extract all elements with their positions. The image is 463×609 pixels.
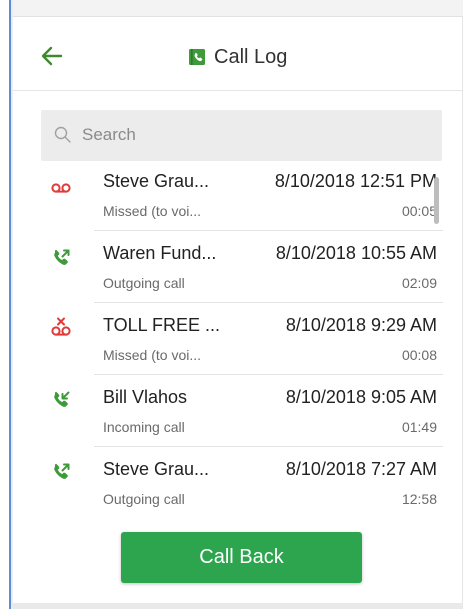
call-datetime: 8/10/2018 7:27 AM: [285, 459, 437, 479]
back-arrow-icon: [41, 46, 63, 66]
call-back-button[interactable]: Call Back: [121, 532, 362, 583]
call-datetime: 8/10/2018 12:51 PM: [274, 174, 437, 191]
call-type: Missed (to voi...: [103, 203, 202, 219]
list-item-content: Steve Grau... 8/10/2018 7:27 AM Outgoing…: [94, 447, 443, 519]
back-button[interactable]: [37, 41, 67, 71]
call-type: Missed (to voi...: [103, 347, 202, 363]
list-item-content: Steve Grau... 8/10/2018 12:51 PM Missed …: [94, 174, 443, 231]
call-type: Incoming call: [103, 419, 185, 435]
voicemail-icon: [51, 183, 71, 193]
call-log-book-icon: [189, 49, 205, 65]
call-type: Outgoing call: [103, 491, 185, 507]
list-item-content: Bill Vlahos 8/10/2018 9:05 AM Incoming c…: [94, 375, 443, 447]
caller-name: Waren Fund...: [103, 243, 217, 263]
list-item-content: TOLL FREE ... 8/10/2018 9:29 AM Missed (…: [94, 303, 443, 375]
list-item[interactable]: Bill Vlahos 8/10/2018 9:05 AM Incoming c…: [13, 375, 462, 447]
caller-name: Steve Grau...: [103, 459, 210, 479]
list-item-content: Waren Fund... 8/10/2018 10:55 AM Outgoin…: [94, 231, 443, 303]
page-title-group: Call Log: [188, 45, 287, 69]
incoming-call-icon: [54, 391, 70, 407]
outgoing-call-icon: [54, 463, 70, 479]
call-duration: 02:09: [401, 275, 437, 291]
call-duration: 12:58: [401, 491, 437, 507]
call-datetime: 8/10/2018 10:55 AM: [275, 243, 437, 263]
call-log-panel: Call Log Steve Grau... 8/10/2018 12:51 P…: [13, 17, 463, 603]
missed-voicemail-icon: [51, 317, 71, 336]
header: Call Log: [13, 17, 462, 91]
caller-name: Bill Vlahos: [103, 387, 188, 407]
outgoing-call-icon: [54, 249, 70, 265]
list-item[interactable]: Steve Grau... 8/10/2018 7:27 AM Outgoing…: [13, 447, 462, 519]
caller-name: Steve Grau...: [103, 174, 210, 191]
call-datetime: 8/10/2018 9:29 AM: [285, 315, 437, 335]
search-icon: [54, 126, 71, 143]
call-duration: 00:05: [401, 203, 437, 219]
list-scrollbar[interactable]: [434, 177, 439, 224]
page-title: Call Log: [214, 45, 288, 68]
call-datetime: 8/10/2018 9:05 AM: [285, 387, 437, 407]
call-duration: 01:49: [401, 419, 437, 435]
call-type: Outgoing call: [103, 275, 185, 291]
list-item[interactable]: Waren Fund... 8/10/2018 10:55 AM Outgoin…: [13, 231, 462, 303]
list-item[interactable]: TOLL FREE ... 8/10/2018 9:29 AM Missed (…: [13, 303, 462, 375]
call-list: Steve Grau... 8/10/2018 12:51 PM Missed …: [13, 174, 462, 531]
bottom-strip: [13, 603, 463, 609]
caller-name: TOLL FREE ...: [103, 315, 221, 335]
top-strip: [13, 0, 463, 17]
call-duration: 00:08: [401, 347, 437, 363]
search-input[interactable]: [82, 120, 422, 150]
search-box[interactable]: [41, 110, 442, 161]
list-item[interactable]: Steve Grau... 8/10/2018 12:51 PM Missed …: [13, 174, 462, 231]
window-left-edge: [0, 0, 11, 609]
